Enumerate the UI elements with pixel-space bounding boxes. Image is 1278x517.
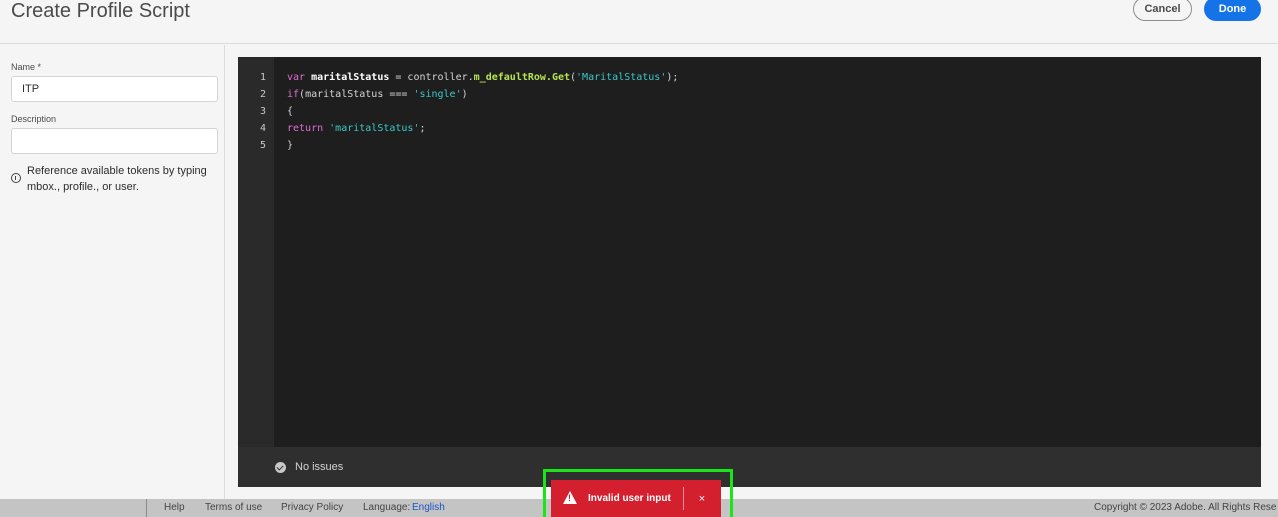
- toast-divider: [683, 487, 684, 510]
- terms-link[interactable]: Terms of use: [205, 502, 262, 513]
- code-line: if(maritalStatus === 'single'): [287, 86, 468, 103]
- code-token: maritalStatus: [311, 72, 390, 83]
- code-token: 'MaritalStatus': [576, 72, 667, 83]
- status-text: No issues: [295, 461, 344, 473]
- language-selector[interactable]: English: [412, 502, 445, 513]
- code-token: }: [287, 140, 294, 151]
- code-token: (maritalStatus ===: [299, 89, 414, 100]
- privacy-link[interactable]: Privacy Policy: [281, 502, 343, 513]
- info-icon: [11, 173, 21, 183]
- header: Create Profile Script Cancel Done: [0, 0, 1278, 44]
- language-label: Language:: [363, 502, 411, 513]
- code-token: 'maritalStatus': [329, 123, 420, 134]
- code-token: return: [287, 123, 330, 134]
- code-token: = controller.: [389, 72, 474, 83]
- close-icon[interactable]: ×: [694, 491, 710, 507]
- code-line: }: [287, 137, 293, 154]
- done-button[interactable]: Done: [1204, 0, 1261, 21]
- line-number-gutter: 1 2 3 4 5: [238, 57, 274, 447]
- info-hint: Reference available tokens by typing mbo…: [11, 163, 211, 195]
- code-token: {: [287, 106, 294, 117]
- code-line: var maritalStatus = controller.m_default…: [287, 69, 678, 86]
- alert-triangle-icon: [563, 491, 577, 504]
- code-line: {: [287, 103, 293, 120]
- code-token: var: [287, 72, 312, 83]
- copyright-text: Copyright © 2023 Adobe. All Rights Rese: [1094, 502, 1277, 513]
- info-text: Reference available tokens by typing mbo…: [27, 165, 207, 193]
- code-token: m_defaultRow.Get: [473, 72, 570, 83]
- code-token: ): [461, 89, 468, 100]
- code-token: if: [287, 89, 300, 100]
- line-number: 3: [259, 106, 266, 117]
- code-token: );: [666, 72, 679, 83]
- help-link[interactable]: Help: [164, 502, 185, 513]
- check-circle-icon: [275, 462, 286, 473]
- sidebar: Name * Description Reference available t…: [0, 45, 225, 500]
- cancel-button[interactable]: Cancel: [1133, 0, 1192, 21]
- error-toast: Invalid user input ×: [551, 480, 721, 517]
- description-input[interactable]: [11, 128, 218, 154]
- code-line: return 'maritalStatus';: [287, 120, 426, 137]
- page-title: Create Profile Script: [11, 0, 190, 22]
- line-number: 1: [259, 72, 266, 83]
- line-number: 2: [259, 89, 266, 100]
- code-editor[interactable]: 1 2 3 4 5 var maritalStatus = controller.m_d…: [238, 57, 1261, 487]
- code-token: 'single': [413, 89, 462, 100]
- line-number: 4: [259, 123, 266, 134]
- code-token: ;: [419, 123, 426, 134]
- name-label: Name *: [11, 62, 42, 72]
- editor-status-bar: No issues: [238, 447, 1261, 487]
- toast-message: Invalid user input: [588, 493, 671, 504]
- name-input[interactable]: [11, 76, 218, 102]
- footer-divider: [146, 499, 147, 517]
- description-label: Description: [11, 114, 57, 124]
- line-number: 5: [259, 140, 266, 151]
